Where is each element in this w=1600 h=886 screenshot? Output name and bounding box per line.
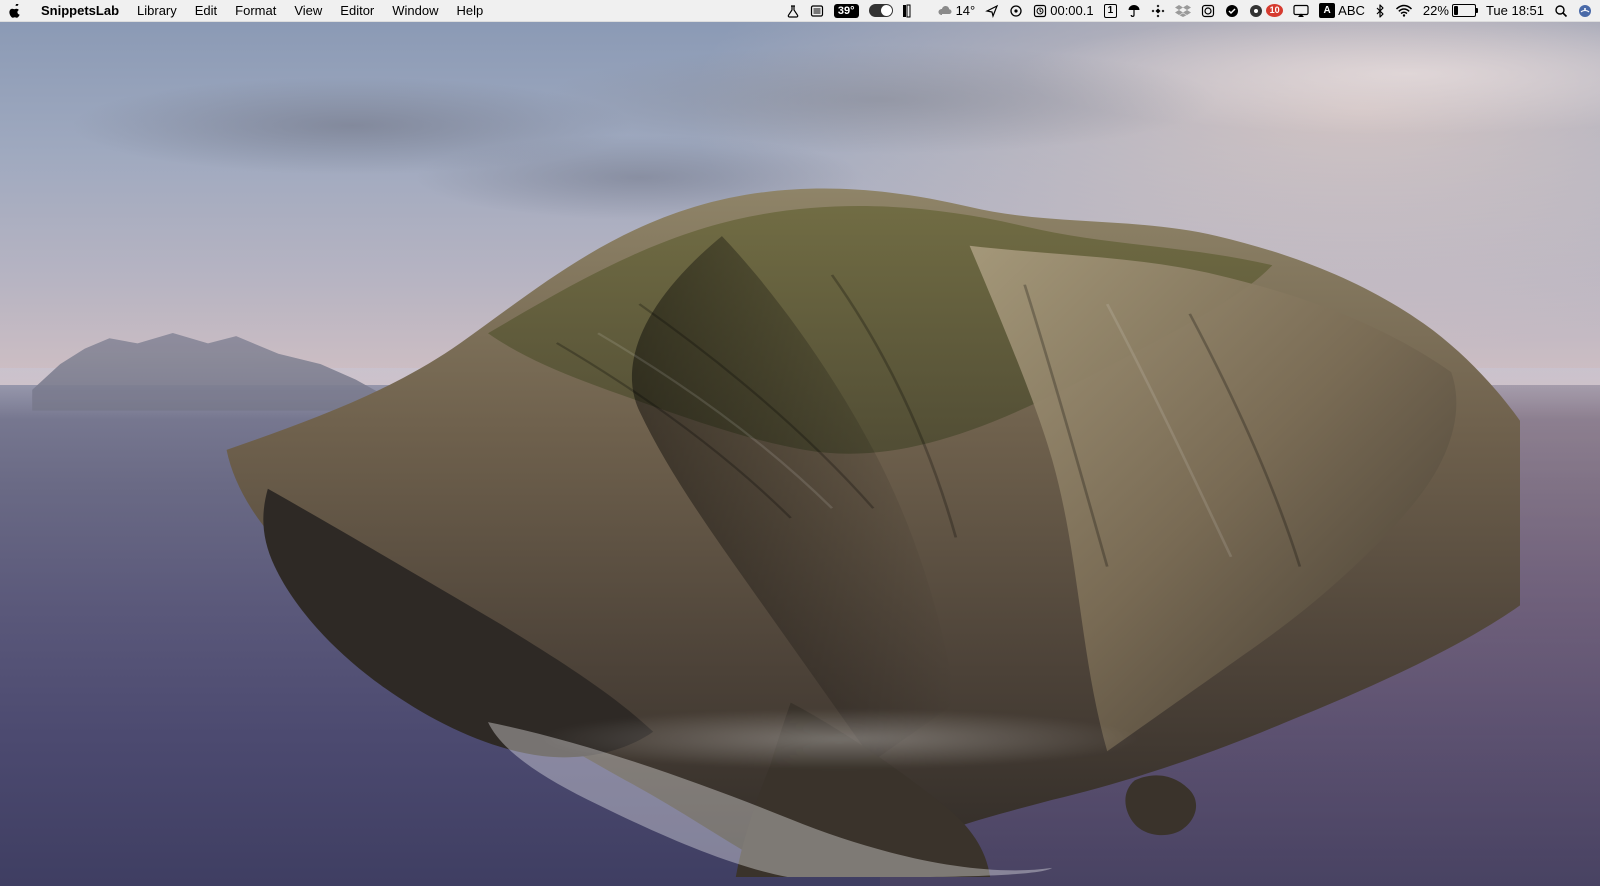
- menuextra-notifications[interactable]: 10: [1249, 4, 1283, 18]
- clock-square-icon: [1033, 4, 1047, 18]
- menuextra-bluetooth[interactable]: [1375, 4, 1385, 18]
- menuextra-notification-center[interactable]: [1578, 4, 1592, 18]
- battery-percent-text: 22%: [1423, 0, 1449, 22]
- input-source-label: ABC: [1338, 0, 1365, 22]
- menuextra-dropbox[interactable]: [1175, 4, 1191, 18]
- menu-window[interactable]: Window: [383, 0, 447, 22]
- menuextra-location-arrow[interactable]: [985, 4, 999, 18]
- drive-bars-icon: [903, 4, 911, 18]
- menuextra-grid[interactable]: [1151, 4, 1165, 18]
- bluetooth-icon: [1375, 4, 1385, 18]
- menuextra-record[interactable]: [1009, 4, 1023, 18]
- wifi-icon: [1395, 4, 1413, 18]
- menu-editor[interactable]: Editor: [331, 0, 383, 22]
- diamond-grid-icon: [1151, 4, 1165, 18]
- desktop-number-value: 1: [1104, 4, 1118, 18]
- shield-check-icon: [1225, 4, 1239, 18]
- menuextra-flask[interactable]: [786, 4, 800, 18]
- notification-badge: 10: [1266, 4, 1283, 17]
- menuextra-shield-check[interactable]: [1225, 4, 1239, 18]
- wallpaper-foam: [480, 696, 1200, 782]
- input-letter-box: A: [1319, 3, 1335, 18]
- menu-library[interactable]: Library: [128, 0, 186, 22]
- menu-app-name[interactable]: SnippetsLab: [32, 0, 128, 22]
- desktop-wallpaper[interactable]: [0, 22, 1600, 886]
- menuextra-timer[interactable]: 00:00.1: [1033, 0, 1093, 22]
- weather-temp-value: 14°: [956, 0, 976, 22]
- airplay-icon: [1293, 4, 1309, 18]
- menuextra-battery[interactable]: 22%: [1423, 0, 1476, 22]
- menuextra-clock[interactable]: Tue 18:51: [1486, 0, 1544, 22]
- menuextra-toggle[interactable]: [869, 4, 893, 17]
- menuextra-list[interactable]: [810, 4, 824, 18]
- gear-dark-icon: [1249, 4, 1263, 18]
- menuextra-airplay[interactable]: [1293, 4, 1309, 18]
- apple-logo-icon: [8, 4, 22, 18]
- square-circle-icon: [1201, 4, 1215, 18]
- timer-value: 00:00.1: [1050, 0, 1093, 22]
- menu-format[interactable]: Format: [226, 0, 285, 22]
- menuextra-drive[interactable]: [903, 4, 911, 18]
- record-ring-icon: [1009, 4, 1023, 18]
- menu-help[interactable]: Help: [448, 0, 493, 22]
- clock-text: Tue 18:51: [1486, 0, 1544, 22]
- app-menu-group: SnippetsLab Library Edit Format View Edi…: [32, 0, 492, 22]
- menuextra-cpu-temp[interactable]: 39°: [834, 4, 859, 18]
- weather-cloud-icon: [937, 4, 953, 18]
- search-icon: [1554, 4, 1568, 18]
- location-arrow-icon: [985, 4, 999, 18]
- menuextra-umbrella[interactable]: [1127, 4, 1141, 18]
- battery-icon: [1452, 4, 1476, 17]
- flask-icon: [786, 4, 800, 18]
- menuextra-spotlight[interactable]: [1554, 4, 1568, 18]
- menuextra-input-source[interactable]: A ABC: [1319, 0, 1365, 22]
- menuextra-desktop-number[interactable]: 1: [1104, 4, 1118, 18]
- apple-menu[interactable]: [8, 4, 22, 18]
- cpu-temp-value: 39°: [834, 4, 859, 18]
- menuextra-weather[interactable]: 14°: [937, 0, 976, 22]
- menu-view[interactable]: View: [285, 0, 331, 22]
- menu-edit[interactable]: Edit: [186, 0, 226, 22]
- umbrella-icon: [1127, 4, 1141, 18]
- menubar: SnippetsLab Library Edit Format View Edi…: [0, 0, 1600, 22]
- menuextra-wifi[interactable]: [1395, 4, 1413, 18]
- status-area: 39° 14° 00:00.1 1: [786, 0, 1592, 22]
- list-panel-icon: [810, 4, 824, 18]
- toggle-icon: [869, 4, 893, 17]
- dropbox-icon: [1175, 4, 1191, 18]
- notification-center-icon: [1578, 4, 1592, 18]
- menuextra-camera-timer[interactable]: [1201, 4, 1215, 18]
